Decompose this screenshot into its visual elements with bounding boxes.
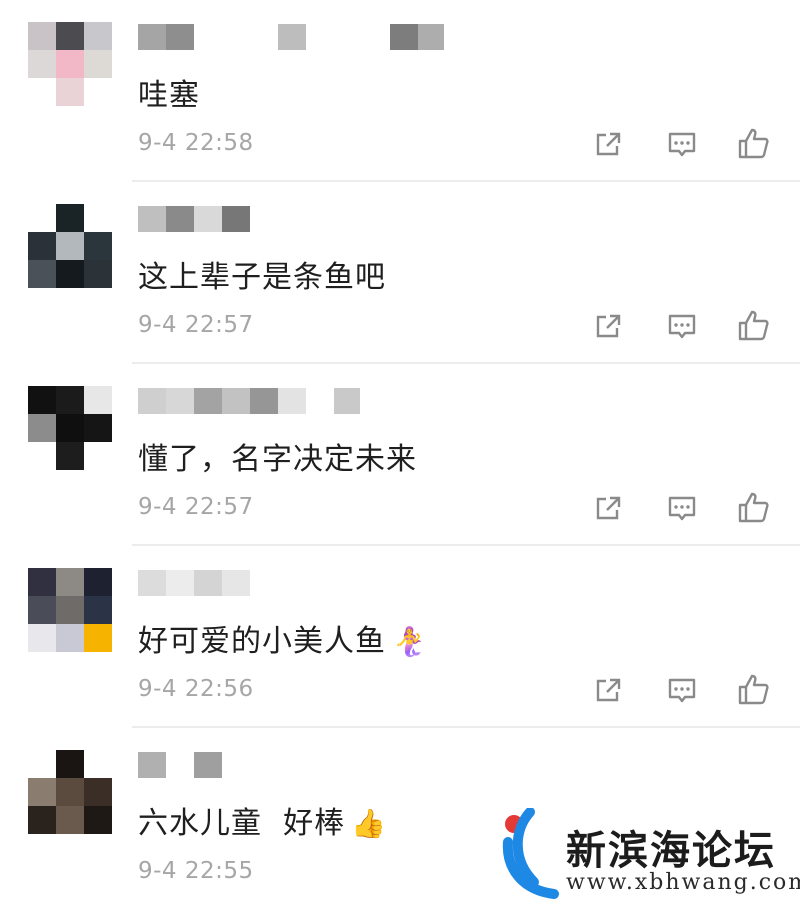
comment-timestamp: 9-4 22:56 <box>138 676 254 702</box>
username-blurred[interactable] <box>138 750 458 778</box>
avatar[interactable] <box>28 204 112 288</box>
avatar[interactable] <box>28 568 112 652</box>
avatar[interactable] <box>28 22 112 106</box>
comment-text: 懂了，名字决定未来 <box>138 442 417 477</box>
like-icon[interactable] <box>736 672 772 708</box>
reply-icon[interactable] <box>664 672 700 708</box>
comment-actions <box>590 672 780 708</box>
share-icon[interactable] <box>590 308 626 344</box>
share-icon[interactable] <box>590 672 626 708</box>
reply-icon[interactable] <box>664 126 700 162</box>
comment-item: 哇塞 9-4 22:58 <box>0 0 800 182</box>
username-blurred[interactable] <box>138 386 458 414</box>
reply-icon[interactable] <box>664 308 700 344</box>
username-blurred[interactable] <box>138 204 458 232</box>
avatar[interactable] <box>28 750 112 834</box>
comment-item: 好可爱的小美人鱼 🧜‍♀️ 9-4 22:56 <box>0 546 800 728</box>
share-icon[interactable] <box>590 126 626 162</box>
like-icon[interactable] <box>736 308 772 344</box>
comment-text: 哇塞 <box>138 78 200 113</box>
share-icon[interactable] <box>590 490 626 526</box>
comment-actions <box>590 490 780 526</box>
comment-item: 懂了，名字决定未来 9-4 22:57 <box>0 364 800 546</box>
comment-timestamp: 9-4 22:57 <box>138 494 254 520</box>
comment-actions <box>590 126 780 162</box>
like-icon[interactable] <box>736 490 772 526</box>
mermaid-emoji-icon: 🧜‍♀️ <box>392 625 428 658</box>
comment-text: 好可爱的小美人鱼 🧜‍♀️ <box>138 624 428 659</box>
watermark-title: 新滨海论坛 <box>566 828 776 874</box>
like-icon[interactable] <box>736 126 772 162</box>
site-watermark: 新滨海论坛 www.xbhwang.com <box>500 808 800 904</box>
comment-actions <box>590 308 780 344</box>
comment-timestamp: 9-4 22:58 <box>138 130 254 156</box>
comment-timestamp: 9-4 22:57 <box>138 312 254 338</box>
comment-timestamp: 9-4 22:55 <box>138 858 254 884</box>
reply-icon[interactable] <box>664 490 700 526</box>
thumbs-up-emoji-icon: 👍 <box>351 807 387 840</box>
username-blurred[interactable] <box>138 22 458 50</box>
comment-text: 六水儿童 好棒 👍 <box>138 806 387 841</box>
site-logo-icon <box>502 808 559 899</box>
username-blurred[interactable] <box>138 568 458 596</box>
comment-text: 这上辈子是条鱼吧 <box>138 260 386 295</box>
watermark-url: www.xbhwang.com <box>566 870 800 895</box>
comment-item: 这上辈子是条鱼吧 9-4 22:57 <box>0 182 800 364</box>
avatar[interactable] <box>28 386 112 470</box>
